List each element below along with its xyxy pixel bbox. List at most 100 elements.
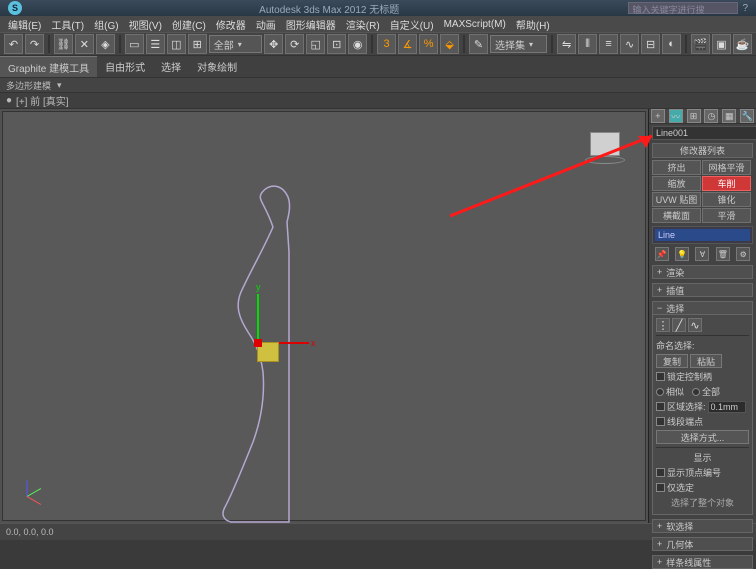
gizmo-origin[interactable] <box>254 339 262 347</box>
menu-graph[interactable]: 图形编辑器 <box>282 16 340 33</box>
render-frame-icon[interactable]: ▣ <box>712 34 731 54</box>
area-sel-value[interactable] <box>708 401 746 413</box>
alike-label: 相似 <box>666 385 684 398</box>
menu-views[interactable]: 视图(V) <box>125 16 166 33</box>
vert-num-check[interactable] <box>656 468 665 477</box>
align-icon[interactable]: ⫴ <box>578 34 597 54</box>
mod-optimize[interactable]: 锥化 <box>702 192 751 207</box>
tab-graphite[interactable]: Graphite 建模工具 <box>0 56 97 77</box>
render-setup-icon[interactable]: 🎬 <box>691 34 710 54</box>
search-box[interactable]: 输入关键字进行搜 <box>628 2 738 14</box>
named-sel-icon[interactable]: ✎ <box>469 34 488 54</box>
alike-radio[interactable] <box>656 388 664 396</box>
viewport-label-bar: ● [+] 前 [真实] <box>0 93 756 109</box>
viewport-label[interactable]: [+] 前 [真实] <box>16 93 69 108</box>
filter-dropdown[interactable]: 全部 <box>209 35 262 53</box>
rollout-spline-head[interactable]: 样条线属性 <box>652 555 753 569</box>
object-name-input[interactable] <box>652 126 756 140</box>
pin-stack-icon[interactable]: 📌 <box>655 247 669 261</box>
mod-cap[interactable]: 横截面 <box>652 208 701 223</box>
menu-create[interactable]: 创建(C) <box>168 16 210 33</box>
material-icon[interactable]: ◐ <box>662 34 681 54</box>
seg-end-check[interactable] <box>656 417 665 426</box>
motion-tab-icon[interactable]: ◷ <box>704 109 718 123</box>
hierarchy-tab-icon[interactable]: ⊞ <box>687 109 701 123</box>
select-icon[interactable]: ▭ <box>125 34 144 54</box>
render-icon[interactable]: ☕ <box>733 34 752 54</box>
mod-lathe[interactable]: 车削 <box>702 176 751 191</box>
mod-bend[interactable]: 缩放 <box>652 176 701 191</box>
menu-customize[interactable]: 自定义(U) <box>386 16 438 33</box>
utilities-tab-icon[interactable]: 🔧 <box>740 109 754 123</box>
schematic-icon[interactable]: ⊟ <box>641 34 660 54</box>
menu-group[interactable]: 组(G) <box>90 16 122 33</box>
center-icon[interactable]: ◉ <box>348 34 367 54</box>
undo-icon[interactable]: ↶ <box>4 34 23 54</box>
tab-selection[interactable]: 选择 <box>153 56 189 77</box>
mod-meshsmooth[interactable]: 网格平滑 <box>702 160 751 175</box>
modifier-list-dropdown[interactable]: 修改器列表 <box>652 143 753 158</box>
viewport-front[interactable]: y x <box>2 111 646 521</box>
gizmo-y-axis[interactable] <box>257 294 259 342</box>
tab-paint[interactable]: 对象绘制 <box>189 56 245 77</box>
rollout-geom-head[interactable]: 几何体 <box>652 537 753 551</box>
tab-freeform[interactable]: 自由形式 <box>97 56 153 77</box>
spinner-snap-icon[interactable]: ⬙ <box>440 34 459 54</box>
window-crossing-icon[interactable]: ⊞ <box>188 34 207 54</box>
select-by-button[interactable]: 选择方式... <box>656 430 749 444</box>
rollout-selection-head[interactable]: 选择 <box>652 301 753 315</box>
configure-icon[interactable]: ⚙ <box>736 247 750 261</box>
refsys-icon[interactable]: ⊡ <box>327 34 346 54</box>
area-sel-check[interactable] <box>656 402 665 411</box>
modifier-stack[interactable]: Line <box>652 226 753 244</box>
percent-snap-icon[interactable]: % <box>419 34 438 54</box>
selected-only-check[interactable] <box>656 483 665 492</box>
curve-editor-icon[interactable]: ∿ <box>620 34 639 54</box>
all-radio[interactable] <box>692 388 700 396</box>
paste-button[interactable]: 粘贴 <box>690 354 722 368</box>
rotate-icon[interactable]: ⟳ <box>285 34 304 54</box>
spline-object[interactable] <box>63 142 383 542</box>
mod-uvw[interactable]: UVW 贴图 <box>652 192 701 207</box>
display-tab-icon[interactable]: ▦ <box>722 109 736 123</box>
mirror-icon[interactable]: ⇋ <box>557 34 576 54</box>
rollout-rendering-head[interactable]: 渲染 <box>652 265 753 279</box>
copy-button[interactable]: 复制 <box>656 354 688 368</box>
mod-extrude[interactable]: 挤出 <box>652 160 701 175</box>
mod-shell[interactable]: 平滑 <box>702 208 751 223</box>
vertex-sub-icon[interactable]: ⋮ <box>656 318 670 332</box>
select-region-icon[interactable]: ◫ <box>167 34 186 54</box>
select-name-icon[interactable]: ☰ <box>146 34 165 54</box>
rollout-soft-head[interactable]: 软选择 <box>652 519 753 533</box>
modify-tab-icon[interactable]: 〰 <box>669 109 683 123</box>
redo-icon[interactable]: ↷ <box>25 34 44 54</box>
snap-icon[interactable]: 3 <box>377 34 396 54</box>
angle-snap-icon[interactable]: ∡ <box>398 34 417 54</box>
bind-icon[interactable]: ◈ <box>96 34 115 54</box>
menu-maxscript[interactable]: MAXScript(M) <box>440 18 510 31</box>
help-icon[interactable]: ? <box>742 3 748 14</box>
menu-tools[interactable]: 工具(T) <box>47 16 88 33</box>
viewcube[interactable] <box>583 128 627 164</box>
segment-sub-icon[interactable]: ╱ <box>672 318 686 332</box>
create-tab-icon[interactable]: + <box>651 109 665 123</box>
lock-handles-check[interactable] <box>656 372 665 381</box>
link-icon[interactable]: ⛓ <box>54 34 73 54</box>
scale-icon[interactable]: ◱ <box>306 34 325 54</box>
menu-modifiers[interactable]: 修改器 <box>212 16 250 33</box>
make-unique-icon[interactable]: ∀ <box>695 247 709 261</box>
rollout-geom: 几何体 <box>652 537 753 551</box>
remove-mod-icon[interactable]: 🗑 <box>716 247 730 261</box>
move-icon[interactable]: ✥ <box>264 34 283 54</box>
stack-item-line[interactable]: Line <box>655 229 750 241</box>
menu-edit[interactable]: 编辑(E) <box>4 16 45 33</box>
unlink-icon[interactable]: ✕ <box>75 34 94 54</box>
spline-sub-icon[interactable]: ∿ <box>688 318 702 332</box>
menu-help[interactable]: 帮助(H) <box>512 16 554 33</box>
show-result-icon[interactable]: 💡 <box>675 247 689 261</box>
menu-animation[interactable]: 动画 <box>252 16 280 33</box>
menu-rendering[interactable]: 渲染(R) <box>342 16 384 33</box>
named-sel-dropdown[interactable]: 选择集 <box>490 35 547 53</box>
rollout-interp-head[interactable]: 插值 <box>652 283 753 297</box>
layer-icon[interactable]: ≡ <box>599 34 618 54</box>
